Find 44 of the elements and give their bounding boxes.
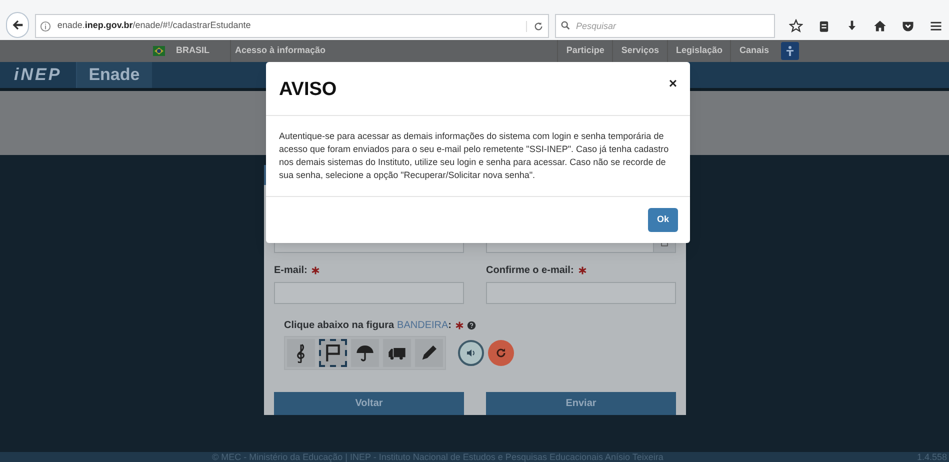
- flag-icon: [150, 45, 168, 57]
- captcha-image-button[interactable]: [287, 339, 315, 367]
- address-bar[interactable]: enade.inep.gov.br/enade/#!/cadastrarEstudante: [35, 14, 549, 38]
- home-icon[interactable]: [873, 19, 887, 33]
- pocket-icon[interactable]: [901, 19, 915, 33]
- captcha-image-button[interactable]: [415, 339, 443, 367]
- umbrella-icon: [355, 343, 375, 363]
- person-icon: [784, 45, 796, 57]
- logo: iNEP: [13, 64, 63, 86]
- help-icon: [466, 321, 476, 330]
- input-field[interactable]: [274, 282, 464, 304]
- modal-title: AVISO: [279, 78, 337, 102]
- menu-icon[interactable]: [929, 19, 943, 33]
- flag-icon: [323, 343, 343, 363]
- back-button[interactable]: [6, 12, 30, 38]
- modal-message: Autentique-se para acessar as demais informações do sistema com login e senha temporária de acesso que foram enviados para o seu e-mail pelo remetente "SSI-INEP". Caso já tenha cadastro nos demais sistemas do Instituto, utilize seu login e senha para acessar. Caso não se recorde de sua senha, selecione a opção "Recuperar/Solicitar nova senha".: [266, 116, 690, 196]
- captcha-keyword: BANDEIRA: [397, 319, 448, 333]
- audio-button[interactable]: [458, 340, 484, 366]
- field-label: Confirme o e-mail:: [486, 264, 574, 278]
- ok-button[interactable]: Ok: [648, 208, 678, 232]
- info-icon: [40, 20, 52, 32]
- captcha-prompt: Clique abaixo na figura: [284, 319, 394, 333]
- form-button[interactable]: Voltar: [274, 392, 464, 415]
- field-label: E-mail:: [274, 264, 308, 278]
- brand-label: BRASIL: [176, 44, 210, 58]
- captcha-image-button[interactable]: [383, 339, 411, 367]
- search-field[interactable]: Pesquisar: [555, 14, 775, 38]
- back-arrow-icon: [10, 18, 25, 32]
- search-icon: [560, 20, 571, 31]
- captcha-image-button[interactable]: [319, 339, 347, 367]
- url-text: enade.inep.gov.br/enade/#!/cadastrarEstudante: [57, 19, 252, 32]
- star-icon[interactable]: [789, 19, 803, 33]
- clipboard-icon[interactable]: [817, 19, 831, 33]
- app-title: Enade: [76, 62, 152, 88]
- form-button[interactable]: Enviar: [486, 392, 676, 415]
- speaker-icon: [465, 347, 477, 359]
- reload-icon[interactable]: [533, 20, 544, 32]
- refresh-icon: [495, 347, 507, 359]
- captcha-image-button[interactable]: [351, 339, 379, 367]
- refresh-button[interactable]: [488, 340, 514, 366]
- colon-text: :: [448, 319, 452, 333]
- close-button[interactable]: ×: [668, 76, 677, 90]
- input-field[interactable]: [486, 282, 676, 304]
- accessibility-button[interactable]: [781, 42, 799, 60]
